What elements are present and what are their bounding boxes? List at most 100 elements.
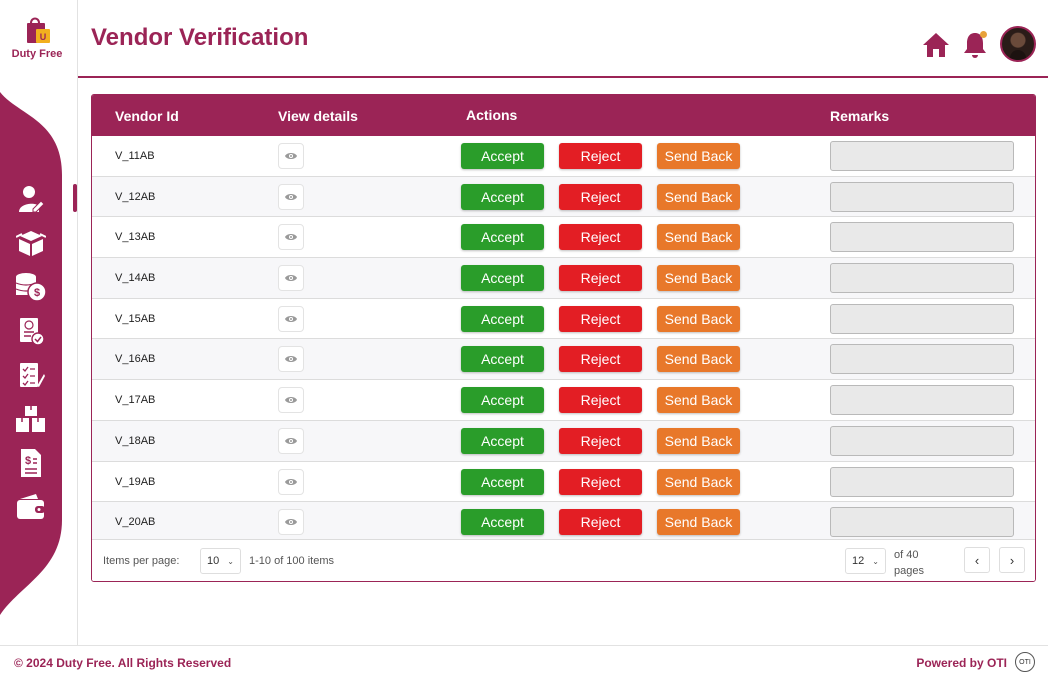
- svg-text:$: $: [34, 287, 40, 299]
- nav-user-edit[interactable]: [14, 182, 48, 216]
- remarks-input[interactable]: [830, 466, 1014, 497]
- view-details-button[interactable]: [278, 468, 304, 495]
- remarks-input[interactable]: [830, 263, 1014, 294]
- table-row: V_20AB Accept Reject Send Back: [92, 502, 1035, 543]
- reject-button[interactable]: Reject: [559, 265, 642, 292]
- remarks-input[interactable]: [830, 425, 1014, 456]
- column-header-vendor-id: Vendor Id: [115, 108, 179, 124]
- remarks-input[interactable]: [830, 141, 1014, 171]
- table-row: V_13AB Accept Reject Send Back: [92, 217, 1035, 259]
- nav-boxes[interactable]: [14, 226, 48, 260]
- eye-icon: [285, 275, 297, 282]
- nav-wallet[interactable]: [14, 490, 48, 524]
- reject-button[interactable]: Reject: [559, 468, 642, 495]
- reject-button[interactable]: Reject: [559, 224, 642, 251]
- send-back-button[interactable]: Send Back: [657, 305, 740, 332]
- accept-button[interactable]: Accept: [461, 346, 544, 373]
- home-button[interactable]: [919, 28, 953, 62]
- view-details-button[interactable]: [278, 183, 304, 210]
- vendor-id-cell: V_18AB: [115, 434, 156, 447]
- accept-button[interactable]: Accept: [461, 387, 544, 414]
- accept-button[interactable]: Accept: [461, 427, 544, 454]
- total-pages-text: of 40 pages: [894, 549, 924, 577]
- nav-coins[interactable]: $: [14, 270, 48, 304]
- wallet-icon: [17, 494, 45, 519]
- send-back-button[interactable]: Send Back: [657, 509, 740, 536]
- table-row: V_15AB Accept Reject Send Back: [92, 298, 1035, 340]
- avatar[interactable]: [1000, 26, 1036, 62]
- view-details-button[interactable]: [278, 143, 304, 169]
- svg-text:$: $: [25, 455, 31, 467]
- shopping-bag-icon: U: [27, 17, 50, 43]
- accept-button[interactable]: Accept: [461, 305, 544, 332]
- eye-icon: [285, 193, 297, 200]
- send-back-button[interactable]: Send Back: [657, 346, 740, 373]
- oti-logo: OTI: [1015, 652, 1035, 672]
- table-header: Vendor Id View details Actions Remarks: [92, 95, 1035, 136]
- nav-inventory[interactable]: [14, 402, 48, 436]
- send-back-button[interactable]: Send Back: [657, 224, 740, 251]
- send-back-button[interactable]: Send Back: [657, 265, 740, 292]
- home-icon: [923, 33, 949, 57]
- notifications-button[interactable]: [958, 28, 992, 62]
- reject-button[interactable]: Reject: [559, 305, 642, 332]
- nav-invoice[interactable]: [14, 314, 48, 348]
- vendor-id-cell: V_11AB: [115, 150, 155, 162]
- reject-button[interactable]: Reject: [559, 143, 642, 169]
- reject-button[interactable]: Reject: [559, 183, 642, 210]
- send-back-button[interactable]: Send Back: [657, 427, 740, 454]
- vendor-id-cell: V_14AB: [115, 272, 156, 285]
- inventory-boxes-icon: [16, 406, 45, 432]
- send-back-button[interactable]: Send Back: [657, 387, 740, 414]
- vendor-id-cell: V_19AB: [115, 475, 156, 488]
- view-details-button[interactable]: [278, 346, 304, 373]
- reject-button[interactable]: Reject: [559, 387, 642, 414]
- nav-checklist[interactable]: [14, 358, 48, 392]
- table-body: V_11AB Accept Reject Send Back V_12AB Ac…: [92, 136, 1035, 543]
- view-details-button[interactable]: [278, 224, 304, 251]
- reject-button[interactable]: Reject: [559, 427, 642, 454]
- table-row: V_16AB Accept Reject Send Back: [92, 339, 1035, 381]
- current-page-value: 12: [852, 555, 865, 567]
- previous-page-button[interactable]: ‹: [964, 547, 990, 573]
- vendor-id-cell: V_17AB: [115, 394, 156, 407]
- accept-button[interactable]: Accept: [461, 509, 544, 536]
- remarks-input[interactable]: [830, 507, 1014, 538]
- remarks-input[interactable]: [830, 303, 1014, 334]
- nav-dollar-document[interactable]: $: [14, 446, 48, 480]
- view-details-button[interactable]: [278, 387, 304, 414]
- remarks-input[interactable]: [830, 222, 1014, 253]
- logo-letter: U: [40, 32, 47, 42]
- reject-button[interactable]: Reject: [559, 509, 642, 536]
- table-row: V_11AB Accept Reject Send Back: [92, 136, 1035, 177]
- view-details-button[interactable]: [278, 509, 304, 536]
- checklist-icon: [20, 363, 45, 387]
- accept-button[interactable]: Accept: [461, 468, 544, 495]
- page-select[interactable]: 12 ⌄: [845, 548, 886, 574]
- items-per-page-select[interactable]: 10 ⌄: [200, 548, 241, 574]
- accept-button[interactable]: Accept: [461, 183, 544, 210]
- invoice-check-icon: [20, 318, 45, 346]
- chevron-down-icon: ⌄: [227, 556, 234, 566]
- send-back-button[interactable]: Send Back: [657, 183, 740, 210]
- view-details-button[interactable]: [278, 265, 304, 292]
- send-back-button[interactable]: Send Back: [657, 468, 740, 495]
- vendor-id-cell: V_15AB: [115, 312, 156, 325]
- reject-button[interactable]: Reject: [559, 346, 642, 373]
- remarks-input[interactable]: [830, 181, 1014, 212]
- accept-button[interactable]: Accept: [461, 143, 544, 169]
- table-row: V_19AB Accept Reject Send Back: [92, 461, 1035, 503]
- send-back-button[interactable]: Send Back: [657, 143, 740, 169]
- next-page-button[interactable]: ›: [999, 547, 1025, 573]
- top-header: Vendor Verification: [78, 0, 1048, 78]
- view-details-button[interactable]: [278, 427, 304, 454]
- powered-by-text: Powered by OTI: [916, 656, 1007, 670]
- remarks-input[interactable]: [830, 344, 1014, 375]
- accept-button[interactable]: Accept: [461, 265, 544, 292]
- brand-logo[interactable]: U Duty Free: [6, 14, 68, 60]
- accept-button[interactable]: Accept: [461, 224, 544, 251]
- chevron-down-icon: ⌄: [872, 556, 879, 566]
- eye-icon: [285, 397, 297, 404]
- remarks-input[interactable]: [830, 385, 1014, 416]
- view-details-button[interactable]: [278, 305, 304, 332]
